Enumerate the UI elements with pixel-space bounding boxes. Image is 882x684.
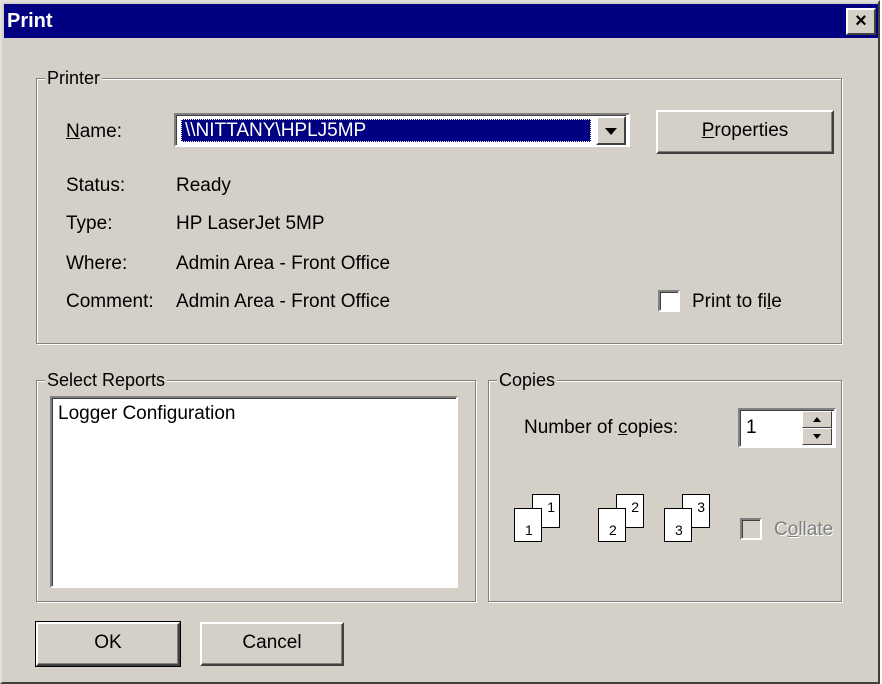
print-to-file-label[interactable]: Print to file	[692, 290, 782, 314]
type-label: Type:	[66, 213, 113, 234]
properties-button[interactable]: Properties	[656, 110, 834, 154]
printer-name-value: \\NITTANY\HPLJ5MP	[181, 119, 591, 142]
collate-checkbox[interactable]	[740, 518, 762, 540]
dialog-title: Print	[7, 10, 53, 32]
title-bar[interactable]: Print ×	[4, 4, 878, 38]
reports-listbox[interactable]: Logger Configuration	[50, 396, 458, 588]
ok-button[interactable]: OK	[35, 621, 181, 667]
arrow-up-icon	[813, 417, 821, 422]
print-dialog: Print × Printer Name: \\NITTANY\HPLJ5MP …	[0, 0, 880, 684]
number-of-copies-label: Number of copies:	[524, 417, 679, 438]
copies-spinner[interactable]: 1	[738, 408, 836, 448]
dropdown-arrow-button[interactable]	[596, 116, 626, 145]
cancel-button[interactable]: Cancel	[200, 622, 344, 666]
copies-value[interactable]: 1	[746, 416, 757, 440]
spin-up-button[interactable]	[802, 411, 832, 428]
printer-name-dropdown[interactable]: \\NITTANY\HPLJ5MP	[174, 113, 630, 147]
spin-down-button[interactable]	[802, 428, 832, 445]
comment-value: Admin Area - Front Office	[176, 291, 391, 312]
chevron-down-icon	[605, 128, 617, 135]
status-label: Status:	[66, 175, 126, 196]
comment-label: Comment:	[66, 291, 154, 312]
status-value: Ready	[176, 175, 231, 196]
close-button[interactable]: ×	[846, 8, 876, 35]
where-label: Where:	[66, 253, 128, 274]
close-icon: ×	[855, 10, 867, 32]
select-reports-group-label: Select Reports	[45, 369, 168, 391]
name-label: Name:	[66, 121, 122, 142]
print-to-file-checkbox[interactable]	[658, 290, 680, 312]
printer-group-label: Printer	[45, 67, 103, 89]
collate-label: Collate	[774, 519, 834, 540]
arrow-down-icon	[813, 434, 821, 439]
where-value: Admin Area - Front Office	[176, 253, 391, 274]
type-value: HP LaserJet 5MP	[176, 213, 325, 234]
list-item[interactable]: Logger Configuration	[58, 402, 235, 426]
copies-group-label: Copies	[497, 369, 558, 391]
